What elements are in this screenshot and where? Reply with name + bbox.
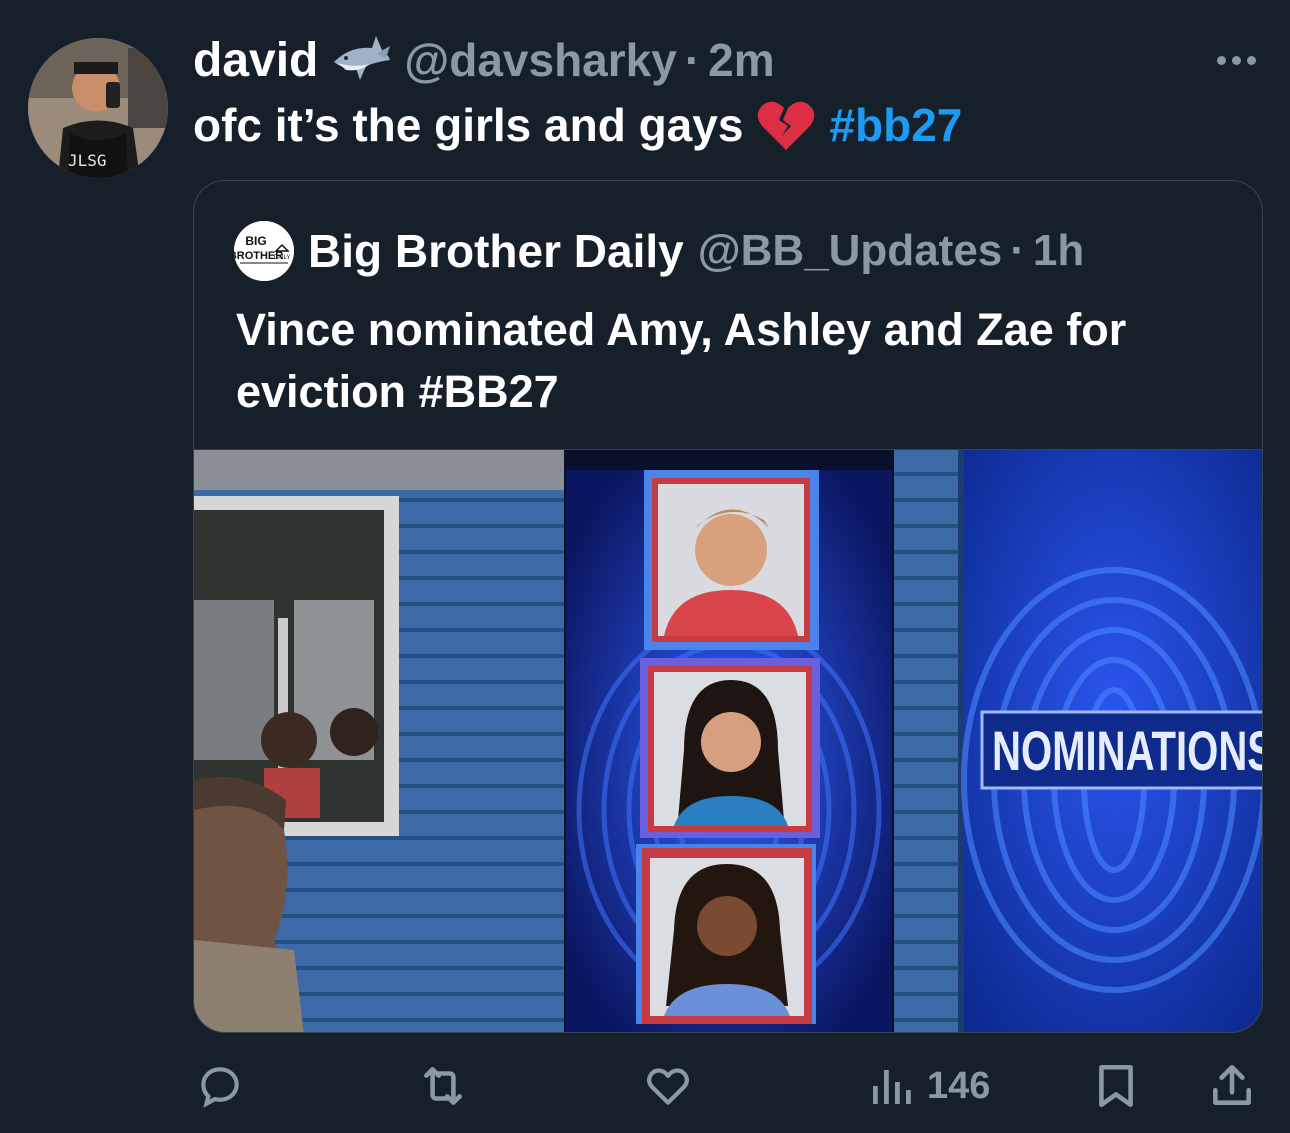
quoted-tweet-card[interactable]: BIG BROTHER DAILY Big Brother Daily @BB_… [193,180,1263,1033]
avatar-text-big: BIG [245,234,266,248]
like-button[interactable] [643,1050,693,1122]
more-options-button[interactable] [1206,40,1266,80]
tweet-header: david @davsharky · 2m [193,32,775,88]
more-dot-icon [1216,55,1226,65]
views-count: 146 [927,1064,991,1107]
shark-icon [330,32,392,88]
separator-dot: · [684,34,701,86]
more-dot-icon [1246,55,1256,65]
author-handle[interactable]: @davsharky [404,33,676,87]
bookmark-button[interactable] [1093,1050,1139,1122]
author-display-name[interactable]: david [193,33,318,88]
tweet[interactable]: JLSG david @davsharky · 2m ofc it’s the … [0,0,1290,1133]
nominee-frame [640,658,820,838]
share-icon [1213,1064,1251,1105]
quoted-text-line: Vince nominated Amy, Ashley and Zae for [236,304,1127,355]
more-dot-icon [1231,55,1241,65]
quoted-tweet-timestamp[interactable]: 1h [1033,226,1084,276]
tweet-text: ofc it’s the girls and gays #bb27 [193,96,962,154]
tweet-body: ofc it’s the girls and gays [193,99,744,151]
reply-icon [201,1067,239,1108]
hashtag-link[interactable]: #bb27 [829,98,962,152]
views-icon [873,1070,911,1104]
quoted-tweet-text: Vince nominated Amy, Ashley and Zae for … [236,299,1236,423]
quoted-tweet-image[interactable]: NOMINATIONS [194,449,1263,1032]
retweet-icon [424,1067,462,1105]
views-button[interactable]: 146 [869,1050,990,1122]
bookmark-icon [1099,1064,1133,1108]
avatar-shirt-text: JLSG [68,151,107,170]
tweet-timestamp[interactable]: 2m [708,33,774,87]
share-button[interactable] [1207,1050,1257,1122]
separator-dot: · [1010,226,1025,275]
nominations-caption: NOMINATIONS [992,719,1263,782]
like-icon [647,1068,689,1105]
avatar-text-daily: DAILY [274,255,291,261]
quoted-author-handle[interactable]: @BB_Updates [698,226,1003,276]
nominee-frame [636,844,816,1024]
nominee-frame [644,470,819,650]
quoted-tweet-header: BIG BROTHER DAILY Big Brother Daily @BB_… [234,221,1084,281]
author-avatar[interactable]: JLSG [28,38,168,178]
broken-heart-icon [757,98,815,152]
retweet-button[interactable] [415,1050,471,1122]
quoted-author-avatar[interactable]: BIG BROTHER DAILY [234,221,294,281]
quoted-text-line: eviction #BB27 [236,366,559,417]
reply-button[interactable] [195,1050,245,1122]
tweet-actions: 146 [193,1050,1263,1122]
quoted-author-name[interactable]: Big Brother Daily [308,224,684,278]
